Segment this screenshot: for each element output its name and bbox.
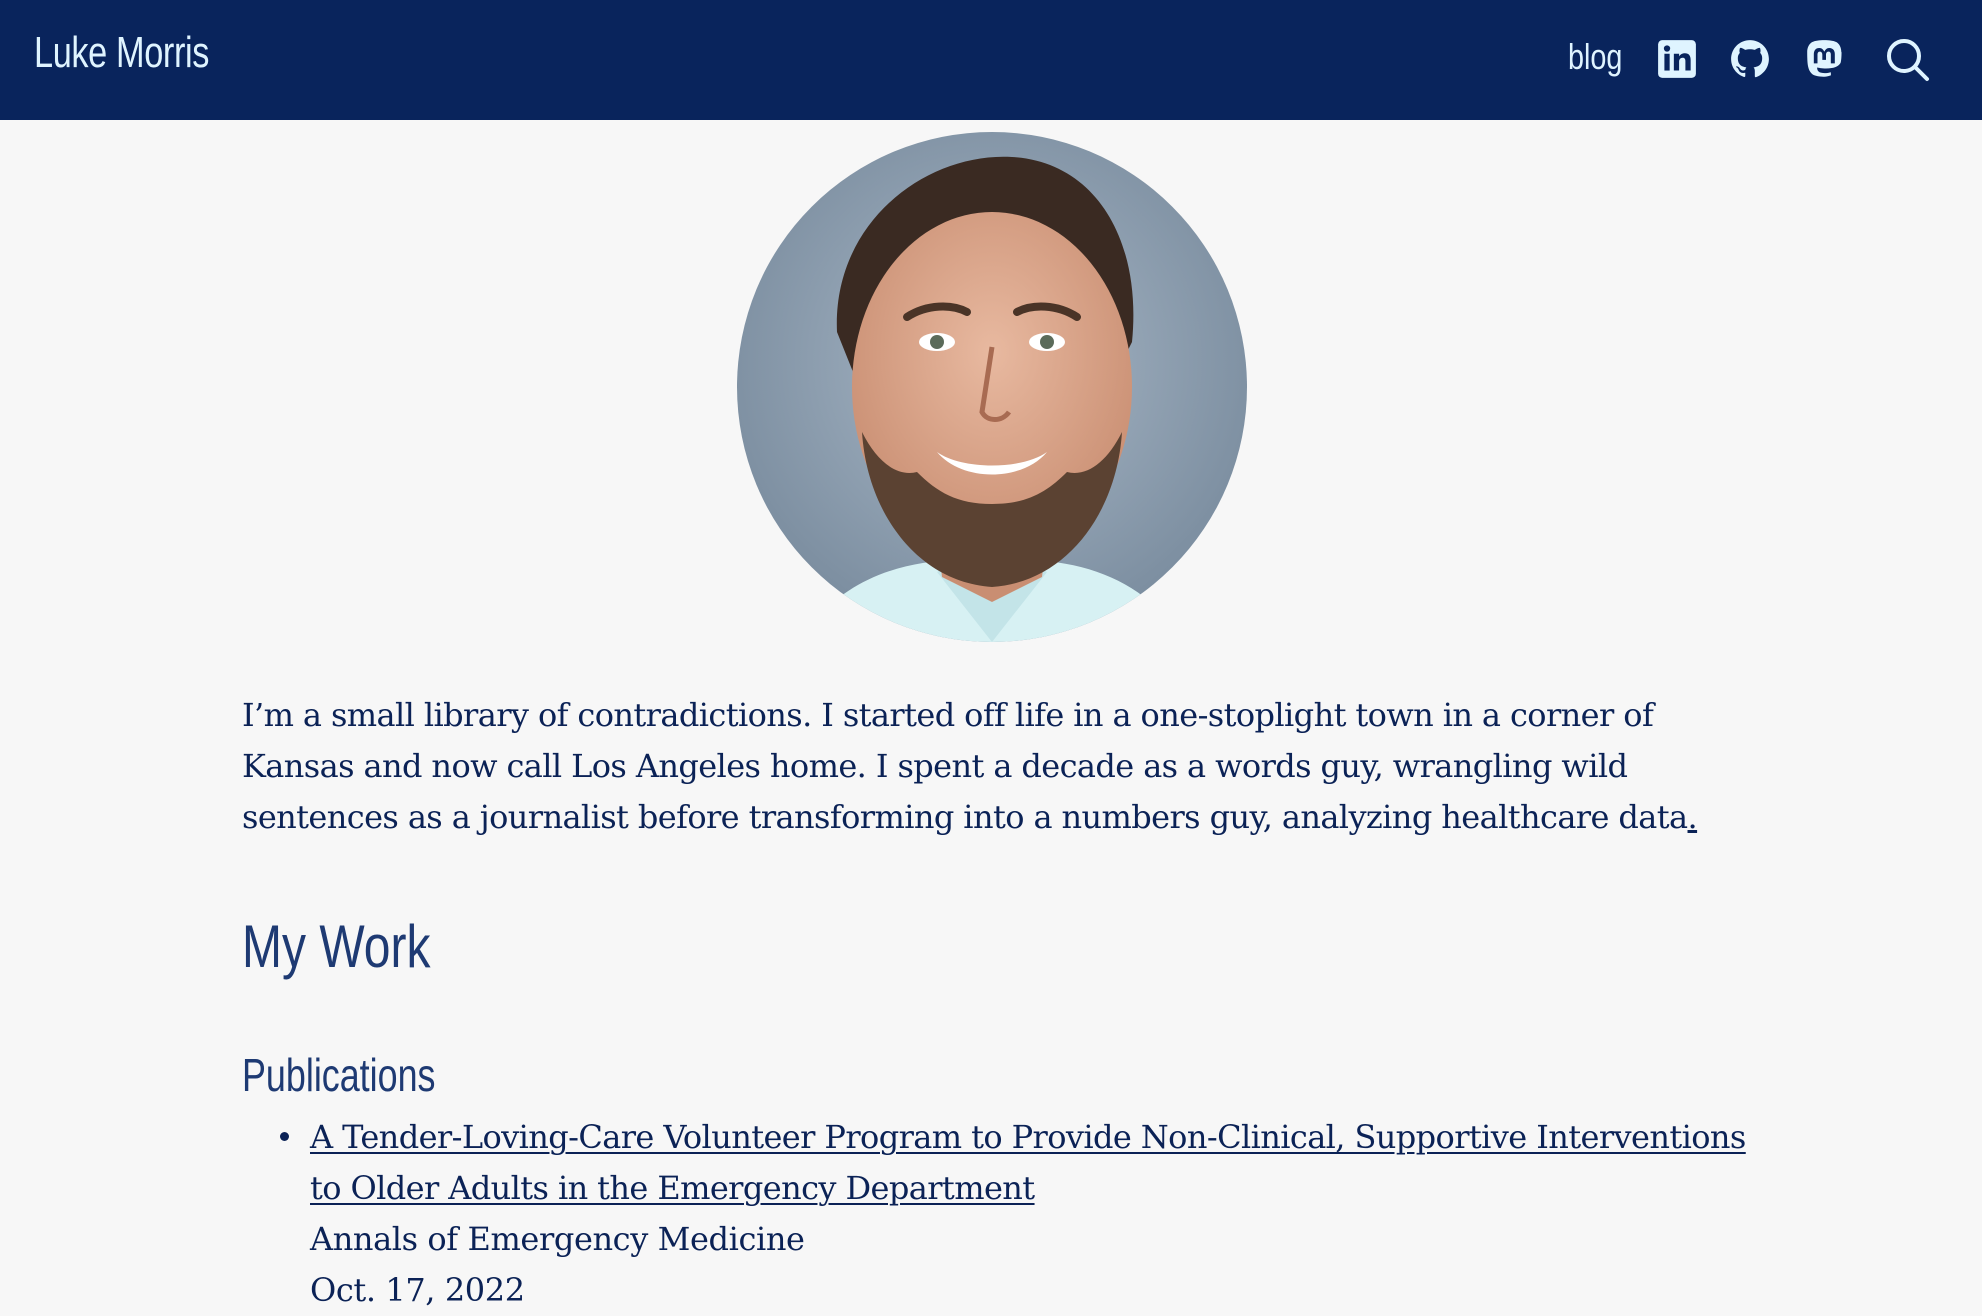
site-title-link[interactable]: Luke Morris <box>34 28 209 78</box>
my-work-heading: My Work <box>242 913 431 980</box>
intro-paragraph: I’m a small library of contradictions. I… <box>242 690 1752 843</box>
profile-photo <box>737 132 1247 642</box>
intro-link[interactable]: . <box>1688 798 1698 836</box>
publication-title-link[interactable]: A Tender-Loving-Care Volunteer Program t… <box>310 1112 1782 1214</box>
publication-date: Oct. 17, 2022 <box>310 1271 525 1309</box>
list-item: A Tender-Loving-Care Volunteer Program t… <box>242 1112 1782 1316</box>
intro-text: I’m a small library of contradictions. I… <box>242 696 1688 836</box>
mastodon-icon[interactable] <box>1803 38 1845 80</box>
publications-list: A Tender-Loving-Care Volunteer Program t… <box>242 1112 1782 1316</box>
linkedin-icon[interactable] <box>1656 38 1698 80</box>
github-icon[interactable] <box>1729 38 1771 80</box>
search-icon[interactable] <box>1884 36 1930 82</box>
publications-heading: Publications <box>242 1049 436 1101</box>
main-content: I’m a small library of contradictions. I… <box>242 690 1752 843</box>
bullet-icon <box>280 1132 289 1141</box>
top-navbar: Luke Morris blog <box>0 0 1982 120</box>
publication-journal: Annals of Emergency Medicine <box>310 1220 805 1258</box>
nav-link-blog[interactable]: blog <box>1568 36 1622 78</box>
